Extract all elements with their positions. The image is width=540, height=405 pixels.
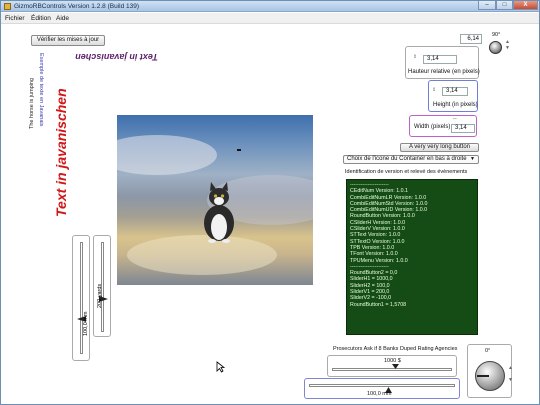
title-bar: GizmoRBControls Version 1.2.8 (Build 139… (1, 1, 539, 12)
slider-h2-track[interactable] (309, 384, 455, 387)
slider-h2-label: 100,0 mm (367, 391, 392, 397)
javanese-big-text: Text in javanischen (53, 88, 69, 217)
slider-h2-panel: 100,0 mm (304, 378, 460, 399)
javanese-example-text: Exemple de texte en Javanais (38, 53, 44, 127)
horse-text: The horse is jumping (29, 77, 35, 129)
angle-bottom-label: 0° (485, 348, 491, 354)
width-label: Width (pixels) (414, 124, 451, 130)
cat-figure (204, 182, 234, 243)
slider-v1-panel: 100,0 mm (72, 235, 90, 361)
relative-height-label: Hauteur relative (en pixels) (408, 69, 480, 75)
mouse-cursor-icon (216, 361, 225, 373)
icon-select-value: Choix de l'icone du Container en bas à d… (347, 156, 467, 162)
knob-pointer (477, 375, 489, 377)
width-field[interactable]: 3,14 (451, 124, 475, 133)
menu-fichier[interactable]: Fichier (5, 13, 25, 24)
app-icon (4, 3, 11, 10)
slider-v2-panel: 200 yards (93, 235, 111, 337)
slider-v2-label: 200 yards (97, 283, 103, 308)
icon-select[interactable]: Choix de l'icone du Container en bas à d… (343, 155, 479, 164)
menu-aide[interactable]: Aide (56, 13, 69, 24)
menu-edition[interactable]: Édition (31, 13, 51, 24)
bird-shape (237, 149, 241, 151)
long-button[interactable]: A very very long button (400, 143, 479, 152)
height-panel: ⇕ 3,14 Height (in pixels) (428, 80, 478, 112)
relative-height-panel: 3,14 ⇕ Hauteur relative (en pixels) (405, 46, 480, 79)
menu-bar: Fichier Édition Aide (1, 13, 539, 24)
height-stepper[interactable]: ⇕ (432, 87, 436, 93)
knob-top-down-arrow[interactable]: ▼ (505, 45, 510, 51)
app-window: GizmoRBControls Version 1.2.8 (Build 139… (0, 0, 540, 405)
width-panel: ⇔ Width (pixels) 3,14 (409, 115, 477, 137)
window-title: GizmoRBControls Version 1.2.8 (Build 139… (14, 3, 140, 10)
slider-v1-label: 100,0 mm (83, 311, 89, 336)
slider-v1-track[interactable] (80, 242, 83, 354)
slider-h1-track[interactable] (332, 368, 452, 371)
events-label: Identification de version et relevé des … (345, 169, 468, 175)
width-stepper[interactable]: ⇔ (452, 116, 458, 122)
slider-h1-label: 1000 $ (384, 358, 401, 364)
angle-top-label: 90° (492, 32, 501, 38)
chevron-down-icon: ▼ (470, 156, 475, 162)
log-line: RoundButton1 = 1,5708 (350, 301, 407, 308)
relative-height-field[interactable]: 3,14 (423, 55, 457, 64)
knob-top[interactable] (489, 41, 502, 54)
cat-image (117, 115, 313, 285)
javanese-upside-text: Text in javanischen (75, 52, 158, 62)
height-field[interactable]: 3,14 (442, 87, 468, 96)
round-button-panel: 0° ▲ ▼ (467, 344, 513, 398)
slider-h1-panel: 1000 $ (327, 355, 457, 377)
event-log[interactable]: ---------------------- CEditNum Version:… (346, 179, 478, 335)
knob-up-arrow[interactable]: ▲ (508, 365, 513, 371)
height-label: Height (in pixels) (433, 102, 478, 108)
close-button[interactable]: X (513, 1, 538, 10)
prosecutors-label: Prosecutors Ask if 8 Banks Duped Rating … (333, 346, 458, 352)
knob-down-arrow[interactable]: ▼ (508, 377, 513, 383)
relative-height-stepper[interactable]: ⇕ (413, 54, 417, 60)
top-value-field[interactable]: 6,14 (460, 34, 482, 44)
minimize-button[interactable]: – (478, 1, 496, 10)
maximize-button[interactable]: □ (496, 1, 513, 10)
check-updates-button[interactable]: Vérifier les mises à jour (31, 35, 105, 46)
